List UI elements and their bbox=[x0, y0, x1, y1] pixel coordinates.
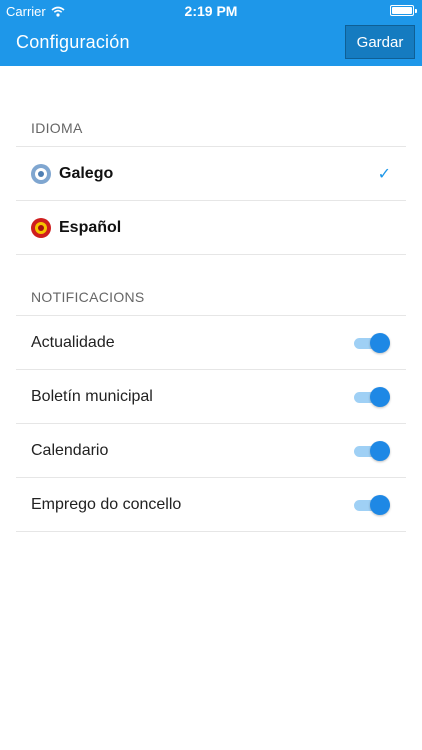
notification-label: Actualidade bbox=[31, 333, 115, 351]
actualidade-toggle[interactable] bbox=[354, 332, 390, 354]
galego-flag-icon bbox=[31, 163, 51, 184]
nav-bar: Configuración Gardar bbox=[0, 22, 422, 66]
notifications-section-header: NOTIFICACIONS bbox=[16, 255, 406, 316]
notification-row-actualidade: Actualidade bbox=[16, 316, 406, 370]
boletin-toggle[interactable] bbox=[354, 386, 390, 408]
notification-label: Calendario bbox=[31, 441, 109, 459]
language-section-header: IDIOMA bbox=[16, 66, 406, 147]
battery-icon bbox=[390, 5, 417, 16]
notification-row-boletin: Boletín municipal bbox=[16, 370, 406, 424]
language-label: Galego bbox=[59, 164, 114, 182]
language-option-espanol[interactable]: Español bbox=[16, 201, 406, 255]
status-time: 2:19 PM bbox=[184, 3, 238, 19]
language-option-galego[interactable]: Galego ✓ bbox=[16, 147, 406, 201]
save-button[interactable]: Gardar bbox=[345, 25, 415, 59]
notification-row-calendario: Calendario bbox=[16, 424, 406, 478]
header: Carrier 2:19 PM Configuración Gardar bbox=[0, 0, 422, 66]
notification-label: Boletín municipal bbox=[31, 387, 153, 405]
notification-row-emprego: Emprego do concello bbox=[16, 478, 406, 532]
notification-label: Emprego do concello bbox=[31, 495, 182, 513]
language-label: Español bbox=[59, 218, 122, 236]
calendario-toggle[interactable] bbox=[354, 440, 390, 462]
emprego-toggle[interactable] bbox=[354, 494, 390, 516]
espanol-flag-icon bbox=[31, 217, 51, 238]
checkmark-icon: ✓ bbox=[377, 166, 391, 183]
status-bar: Carrier 2:19 PM bbox=[0, 0, 422, 22]
settings-content: IDIOMA Galego ✓ Español NOTIFICACIONS Ac… bbox=[0, 66, 422, 532]
page-title: Configuración bbox=[16, 32, 130, 52]
